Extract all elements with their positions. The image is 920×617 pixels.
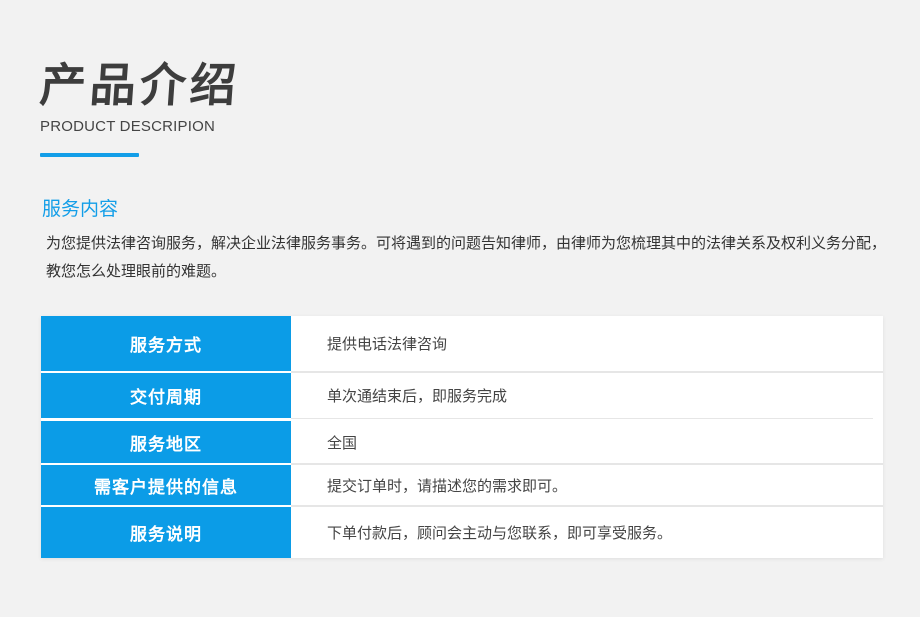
title-underline: [40, 153, 139, 157]
row-label: 服务地区: [41, 421, 291, 463]
page-title: 产品介绍: [38, 58, 242, 112]
row-value: 单次通结束后，即服务完成: [327, 387, 508, 405]
row-value: 下单付款后，顾问会主动与您联系，即可享受服务。: [327, 524, 673, 542]
service-table: 服务方式 提供电话法律咨询 交付周期 单次通结束后，即服务完成 服务地区 全国 …: [41, 316, 883, 558]
row-label: 服务说明: [41, 507, 291, 558]
table-row: 交付周期 单次通结束后，即服务完成: [41, 373, 883, 418]
section-heading: 服务内容: [42, 198, 119, 220]
row-value: 提供电话法律咨询: [327, 335, 448, 353]
table-row: 服务地区 全国: [41, 421, 883, 463]
table-row: 服务方式 提供电话法律咨询: [41, 316, 883, 371]
row-label: 需客户提供的信息: [41, 465, 291, 505]
row-label: 服务方式: [41, 316, 291, 371]
product-intro-page: 产品介绍 PRODUCT DESCRIPION 服务内容 为您提供法律咨询服务，…: [0, 0, 920, 617]
table-row: 需客户提供的信息 提交订单时，请描述您的需求即可。: [41, 465, 883, 505]
page-subtitle: PRODUCT DESCRIPION: [40, 118, 216, 135]
row-value: 全国: [327, 433, 358, 452]
table-row: 服务说明 下单付款后，顾问会主动与您联系，即可享受服务。: [41, 507, 883, 558]
row-label: 交付周期: [41, 373, 291, 418]
section-description: 为您提供法律咨询服务，解决企业法律服务事务。可将遇到的问题告知律师，由律师为您梳…: [46, 234, 887, 280]
row-value: 提交订单时，请描述您的需求即可。: [327, 476, 568, 495]
row-divider: [291, 418, 873, 419]
